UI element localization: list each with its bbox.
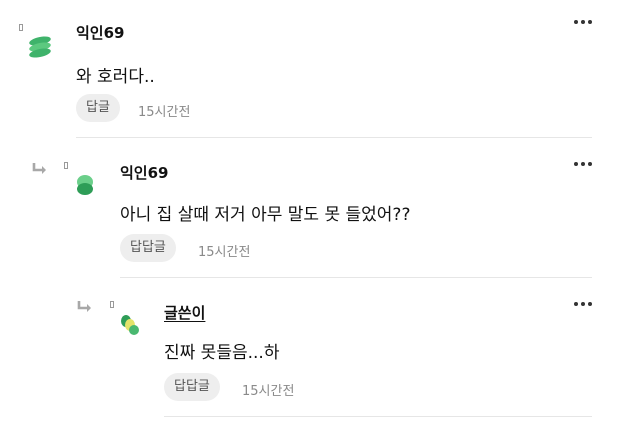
comment-text: 와 호러다.. bbox=[76, 67, 155, 87]
comment-text: 아니 집 살때 저거 아무 말도 못 들었어?? bbox=[120, 205, 411, 225]
more-options-icon[interactable] bbox=[573, 299, 593, 309]
marker-icon bbox=[19, 24, 23, 31]
reply-button[interactable]: 답답글 bbox=[164, 373, 220, 401]
divider bbox=[164, 416, 592, 417]
marker-icon bbox=[110, 301, 114, 308]
divider bbox=[76, 137, 592, 138]
comment-time: 15시간전 bbox=[198, 245, 251, 260]
comment-text: 진짜 못들음...하 bbox=[164, 343, 280, 363]
comment-time: 15시간전 bbox=[138, 105, 191, 120]
comment-time: 15시간전 bbox=[242, 384, 295, 399]
reply-arrow-icon bbox=[32, 163, 46, 174]
divider bbox=[120, 277, 592, 278]
reply-button[interactable]: 답글 bbox=[76, 94, 120, 122]
marker-icon bbox=[64, 162, 68, 169]
avatar bbox=[29, 36, 51, 58]
reply-arrow-icon bbox=[77, 301, 91, 312]
avatar bbox=[77, 175, 93, 195]
avatar bbox=[121, 315, 139, 335]
reply-button[interactable]: 답답글 bbox=[120, 234, 176, 262]
more-options-icon[interactable] bbox=[573, 17, 593, 27]
comment-author[interactable]: 익인69 bbox=[76, 22, 124, 43]
more-options-icon[interactable] bbox=[573, 159, 593, 169]
comment-author[interactable]: 익인69 bbox=[120, 162, 168, 183]
comment-author[interactable]: 글쓴이 bbox=[164, 302, 205, 323]
